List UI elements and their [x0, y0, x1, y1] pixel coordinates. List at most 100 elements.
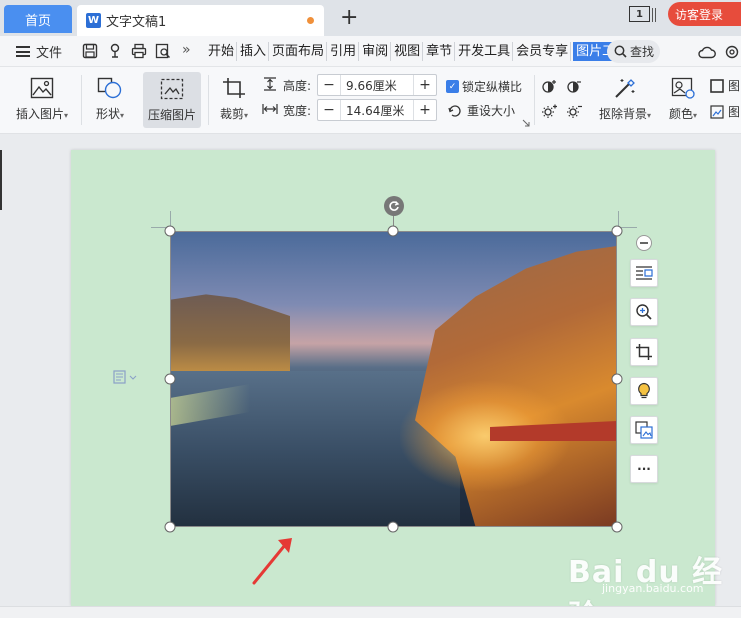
decrease-contrast-icon[interactable] [566, 79, 583, 94]
lock-aspect-ratio-checkbox[interactable]: ✓ 锁定纵横比 [446, 78, 522, 95]
settings-icon[interactable] [724, 44, 740, 60]
divider [534, 75, 535, 125]
print-icon[interactable] [131, 43, 147, 59]
resize-handle-bottom-left[interactable] [164, 521, 176, 533]
compress-picture-label: 压缩图片 [147, 108, 196, 122]
height-increase-button[interactable]: + [414, 77, 436, 93]
rotate-icon [389, 201, 400, 211]
reset-size-icon [448, 104, 461, 117]
layout-options-button[interactable] [630, 259, 658, 287]
remove-background-label: 抠除背景 [598, 107, 647, 121]
rotate-handle[interactable] [384, 196, 404, 216]
magic-wand-icon [615, 79, 635, 98]
expand-dialog-icon[interactable] [522, 119, 530, 127]
crop-icon [636, 344, 652, 360]
shape-button[interactable]: 形状▾ [88, 71, 132, 122]
smart-tips-button[interactable] [630, 377, 658, 405]
more-options-button[interactable]: ··· [630, 455, 658, 483]
lock-aspect-ratio-label: 锁定纵横比 [462, 80, 523, 94]
new-tab-button[interactable]: + [340, 6, 358, 30]
chevron-down-icon: ▾ [120, 111, 125, 120]
reset-size-label: 重设大小 [467, 104, 516, 118]
tab-view[interactable]: 视图 [393, 42, 424, 61]
resize-handle-top-left[interactable] [164, 225, 176, 237]
decrease-brightness-icon[interactable] [566, 104, 583, 119]
format-painter-icon[interactable] [107, 43, 123, 59]
tab-developer[interactable]: 开发工具 [457, 42, 514, 61]
cloud-icon[interactable] [698, 45, 716, 59]
visitor-login-button[interactable]: 访客登录 [668, 2, 741, 26]
window-count-icon[interactable]: 1 [629, 6, 650, 22]
lightbulb-icon [638, 382, 650, 399]
more-quick-access-button[interactable]: » [182, 42, 191, 58]
crop-picture-button[interactable] [630, 338, 658, 366]
divider [208, 75, 209, 125]
insert-picture-label: 插入图片 [15, 107, 64, 121]
zoom-picture-button[interactable] [630, 298, 658, 326]
picture-outline-button[interactable]: 图 [710, 77, 740, 94]
width-decrease-button[interactable]: − [318, 102, 340, 118]
resize-handle-top-right[interactable] [611, 225, 623, 237]
hamburger-icon [16, 46, 30, 57]
replace-picture-icon [635, 421, 653, 439]
chevron-down-icon: ▾ [244, 111, 249, 120]
tab-page-layout[interactable]: 页面布局 [271, 42, 328, 61]
tab-home[interactable]: 首页 [4, 5, 72, 33]
picture-effect-icon [710, 104, 724, 119]
resize-handle-top[interactable] [387, 225, 399, 237]
height-icon [264, 77, 276, 91]
height-decrease-button[interactable]: − [318, 77, 340, 93]
replace-picture-button[interactable] [630, 416, 658, 444]
crop-icon [223, 78, 245, 98]
width-label: 宽度: [283, 104, 312, 118]
resize-handle-bottom[interactable] [387, 521, 399, 533]
divider [81, 75, 82, 125]
chevron-down-icon: ▾ [693, 111, 698, 120]
collapse-tools-button[interactable] [636, 235, 652, 251]
insert-picture-button[interactable]: 插入图片▾ [12, 71, 72, 122]
width-increase-button[interactable]: + [414, 102, 436, 118]
tab-review[interactable]: 审阅 [361, 42, 392, 61]
file-menu-button[interactable]: 文件 [16, 42, 62, 61]
tab-document[interactable]: W 文字文稿1 [77, 5, 324, 36]
increase-contrast-icon[interactable] [541, 79, 558, 94]
resize-handle-right[interactable] [611, 373, 623, 385]
compress-picture-button[interactable]: 压缩图片 [143, 72, 201, 128]
crop-label: 裁剪 [219, 107, 244, 121]
search-button[interactable]: 查找 [607, 40, 660, 63]
shape-icon [97, 77, 122, 99]
reset-size-button[interactable]: 重设大小 [448, 102, 515, 119]
file-menu-label: 文件 [36, 46, 63, 61]
shape-label: 形状 [95, 107, 120, 121]
tab-start[interactable]: 开始 [207, 42, 238, 61]
save-icon[interactable] [82, 43, 98, 59]
width-stepper[interactable]: − 14.64厘米 + [317, 99, 437, 121]
tab-insert[interactable]: 插入 [239, 42, 270, 61]
text-wrap-icon [636, 266, 653, 280]
height-stepper[interactable]: − 9.66厘米 + [317, 74, 437, 96]
width-icon [262, 104, 278, 114]
zoom-in-icon [636, 304, 652, 320]
scroll-edge [0, 150, 2, 210]
search-label: 查找 [630, 45, 655, 59]
width-input[interactable]: 14.64厘米 [340, 100, 414, 120]
unsaved-indicator-icon [307, 17, 314, 24]
increase-brightness-icon[interactable] [541, 104, 558, 119]
resize-handle-left[interactable] [164, 373, 176, 385]
picture-effect-button[interactable]: 图 [710, 103, 740, 120]
tab-section[interactable]: 章节 [425, 42, 456, 61]
picture-outline-label: 图 [728, 79, 741, 93]
paragraph-layout-button[interactable] [113, 370, 137, 387]
tab-document-title: 文字文稿1 [106, 15, 167, 30]
color-button[interactable]: 颜色▾ [664, 71, 702, 122]
tab-member[interactable]: 会员专享 [515, 42, 572, 61]
window-count-bar-icon [655, 8, 656, 22]
resize-handle-bottom-right[interactable] [611, 521, 623, 533]
crop-button[interactable]: 裁剪▾ [214, 71, 254, 122]
height-label: 高度: [283, 79, 312, 93]
height-input[interactable]: 9.66厘米 [340, 75, 414, 95]
picture-icon [30, 77, 54, 99]
print-preview-icon[interactable] [155, 43, 171, 59]
remove-background-button[interactable]: 抠除背景▾ [594, 71, 656, 122]
tab-references[interactable]: 引用 [329, 42, 360, 61]
